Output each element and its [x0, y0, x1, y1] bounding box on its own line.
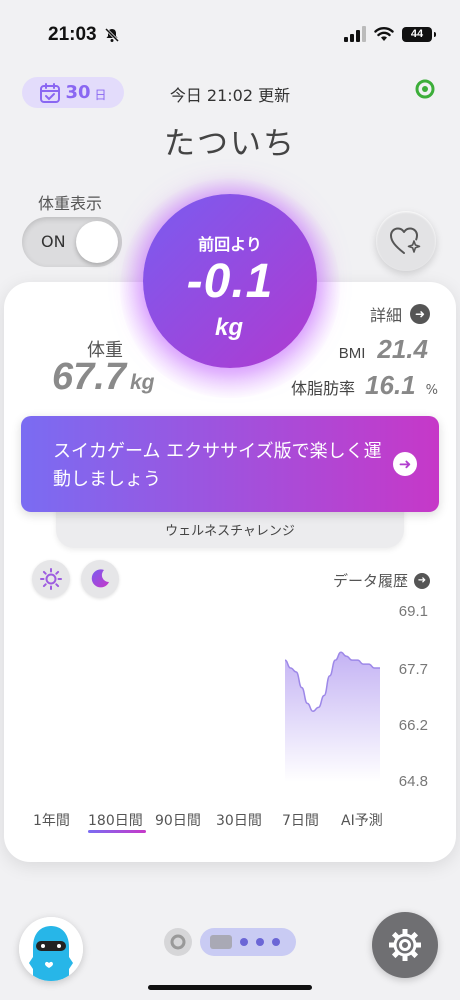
body-fat-value: 16.1	[365, 370, 416, 400]
settings-button[interactable]	[372, 912, 438, 978]
page-dots[interactable]	[200, 928, 296, 956]
weight-display-label: 体重表示	[38, 194, 103, 213]
body-fat-row: 体脂肪率 16.1 %	[291, 370, 438, 401]
body-fat-label: 体脂肪率	[291, 379, 356, 398]
wifi-icon	[374, 27, 394, 41]
toggle-state-text: ON	[41, 232, 66, 251]
period-tab[interactable]: 90日間	[155, 810, 201, 830]
y-tick-label: 69.1	[398, 603, 428, 620]
arrow-right-icon: ➜	[393, 452, 417, 476]
toggle-knob	[76, 221, 118, 263]
favorite-button[interactable]	[376, 211, 436, 271]
y-tick-label: 67.7	[398, 661, 428, 678]
y-tick-label: 66.2	[398, 717, 428, 734]
weight-value: 67.7	[52, 356, 126, 398]
sun-icon	[40, 568, 62, 590]
mascot-icon	[19, 917, 83, 981]
last-updated-text: 今日 21:02 更新	[169, 86, 291, 105]
period-tab[interactable]: 30日間	[216, 810, 262, 830]
heart-sparkle-icon	[390, 227, 421, 254]
status-time: 21:03	[48, 24, 97, 45]
active-period-underline	[88, 830, 146, 833]
weight-display-toggle[interactable]: ON	[22, 217, 122, 267]
signal-icon	[344, 26, 366, 42]
weight-change-circle: 前回より -0.1 kg	[143, 194, 317, 368]
home-indicator	[148, 985, 312, 990]
gear-icon	[389, 929, 421, 961]
battery-icon: 44	[402, 26, 436, 42]
sync-ring-icon[interactable]	[414, 78, 436, 100]
page-dot	[272, 938, 280, 946]
weight-value-group: 67.7 kg	[52, 356, 154, 399]
character-avatar[interactable]	[19, 917, 83, 981]
body-fat-unit: %	[425, 383, 438, 398]
arrow-right-icon: ➜	[410, 304, 430, 324]
period-tab[interactable]: 7日間	[282, 810, 319, 830]
user-name: たついち	[164, 126, 296, 162]
promo-banner[interactable]: スイカゲーム エクササイズ版で楽しく運動しましょう ➜	[21, 416, 439, 512]
bell-off-icon	[104, 27, 120, 43]
moon-icon	[91, 569, 109, 588]
diff-label: 前回より	[198, 235, 262, 254]
y-tick-label: 64.8	[398, 773, 428, 790]
diff-value: -0.1	[186, 255, 274, 308]
period-tab[interactable]: 180日間	[88, 810, 143, 830]
wellness-challenge-label: ウェルネスチャレンジ	[165, 524, 295, 539]
page-dot	[240, 938, 248, 946]
bmi-value: 21.4	[377, 334, 428, 364]
page-indicator[interactable]	[164, 928, 296, 956]
nighttime-toggle[interactable]	[81, 560, 119, 598]
period-tab[interactable]: AI予測	[341, 810, 383, 830]
arrow-right-icon: ➜	[414, 572, 430, 589]
bmi-label: BMI	[338, 345, 366, 362]
weight-area-series	[285, 652, 380, 782]
data-history-link[interactable]: データ履歴 ➜	[333, 570, 430, 591]
current-page-indicator	[210, 935, 232, 949]
page-dot	[256, 938, 264, 946]
data-history-label: データ履歴	[332, 572, 408, 590]
daytime-toggle[interactable]	[32, 560, 70, 598]
promo-banner-text: スイカゲーム エクササイズ版で楽しく運動しましょう	[53, 441, 382, 490]
weight-unit: kg	[129, 371, 155, 394]
period-tab[interactable]: 1年間	[33, 810, 70, 830]
status-right: 44	[344, 26, 436, 42]
ring-page-icon[interactable]	[164, 928, 192, 956]
bmi-row: BMI 21.4	[339, 334, 428, 365]
weight-chart[interactable]	[0, 600, 460, 800]
details-label: 詳細	[369, 306, 402, 325]
diff-unit: kg	[215, 314, 244, 341]
details-link[interactable]: 詳細 ➜	[370, 302, 430, 326]
app-screen: 21:03 44 30 日 今日 21:02 更新 たついち 体重表示 ON 前…	[0, 0, 460, 1000]
